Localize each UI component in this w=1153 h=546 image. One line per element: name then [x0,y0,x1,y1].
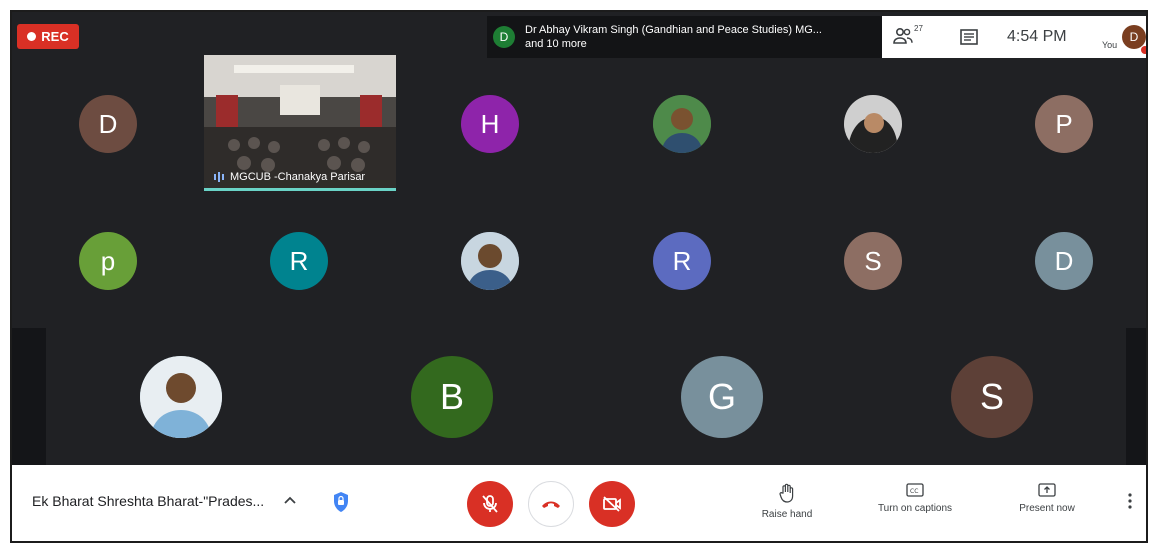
participant-photo [140,356,222,438]
you-label: You [1102,40,1118,50]
more-options-button[interactable] [1128,493,1132,514]
present-icon [1038,483,1056,497]
participant-avatar[interactable] [653,95,711,153]
shield-lock-icon [334,492,348,512]
avatar-initial: S [864,245,882,276]
speaker-more: and 10 more [525,38,587,50]
speaker-name: Dr Abhay Vikram Singh (Gandhian and Peac… [525,24,822,36]
meeting-info-bar: 27 4:54 PM You D [882,16,1146,58]
participant-avatar[interactable]: D [1035,232,1093,290]
leave-call-button[interactable] [528,481,574,527]
present-button[interactable]: Present now [1009,483,1085,514]
avatar-initial: H [480,108,500,139]
captions-icon: CC [906,483,924,497]
participant-avatar[interactable]: B [411,356,493,438]
participant-avatar[interactable]: R [270,232,328,290]
participant-count: 27 [914,24,923,33]
participant-photo [461,232,519,290]
controls-bar: Ek Bharat Shreshta Bharat-"Prades... Rai… [12,465,1146,541]
hang-up-icon [542,501,560,508]
hand-icon [779,483,794,503]
avatar-initial: B [439,376,464,417]
participant-avatar[interactable]: D [79,95,137,153]
video-tile-name: MGCUB -Chanakya Parisar [230,171,366,183]
svg-text:CC: CC [910,488,918,495]
more-vert-icon [1128,493,1132,509]
avatar-initial: R [289,245,309,276]
avatar-initial: P [1055,108,1073,139]
avatar-initial: R [672,245,692,276]
video-tile-label: MGCUB -Chanakya Parisar [214,171,365,183]
camera-off-icon [603,496,621,512]
participant-avatar[interactable] [140,356,222,438]
mic-off-icon [482,495,498,513]
participant-avatar[interactable] [844,95,902,153]
audio-level-icon [214,172,224,182]
meeting-window: REC D Dr Abhay Vikram Singh (Gandhian an… [10,10,1148,543]
avatar-initial: p [100,245,116,276]
participant-avatar[interactable]: p [79,232,137,290]
avatar-initial: G [707,376,736,417]
avatar-initial: S [979,376,1004,417]
participant-avatar[interactable]: G [681,356,763,438]
participant-photo [844,95,902,153]
chat-button[interactable] [960,29,978,50]
people-icon [893,27,913,44]
captions-label: Turn on captions [877,503,953,514]
video-tile[interactable]: MGCUB -Chanakya Parisar [204,55,396,191]
record-dot-icon [27,32,37,41]
participant-avatar[interactable]: R [653,232,711,290]
row-divider-right [1126,328,1146,465]
raise-hand-button[interactable]: Raise hand [753,483,821,520]
mic-off-badge-icon [1141,46,1146,54]
recording-indicator: REC [17,24,79,49]
meeting-details-toggle[interactable] [284,491,296,507]
participant-photo [653,95,711,153]
speaking-indicator [204,188,396,191]
participant-avatar[interactable]: P [1035,95,1093,153]
recording-label: REC [41,29,69,44]
avatar-initial: D [98,108,118,139]
participant-avatar[interactable]: S [844,232,902,290]
camera-toggle-button[interactable] [589,481,635,527]
chevron-up-icon [284,496,296,504]
clock: 4:54 PM [1007,28,1067,45]
present-label: Present now [1019,503,1075,514]
row-divider-left [12,328,46,465]
raise-hand-label: Raise hand [761,509,813,520]
people-button[interactable]: 27 [892,24,923,47]
captions-button[interactable]: CC Turn on captions [865,483,965,514]
participant-avatar[interactable]: H [461,95,519,153]
avatar-initial: D [1054,245,1074,276]
mic-toggle-button[interactable] [467,481,513,527]
speaker-avatar: D [493,26,515,48]
participant-avatar[interactable] [461,232,519,290]
meeting-title[interactable]: Ek Bharat Shreshta Bharat-"Prades... [32,493,264,509]
host-controls-button[interactable] [332,491,350,518]
active-speaker-banner: D Dr Abhay Vikram Singh (Gandhian and Pe… [487,16,882,58]
chat-icon [960,29,978,45]
participant-avatar[interactable]: S [951,356,1033,438]
participant-grid: REC D Dr Abhay Vikram Singh (Gandhian an… [12,12,1146,465]
